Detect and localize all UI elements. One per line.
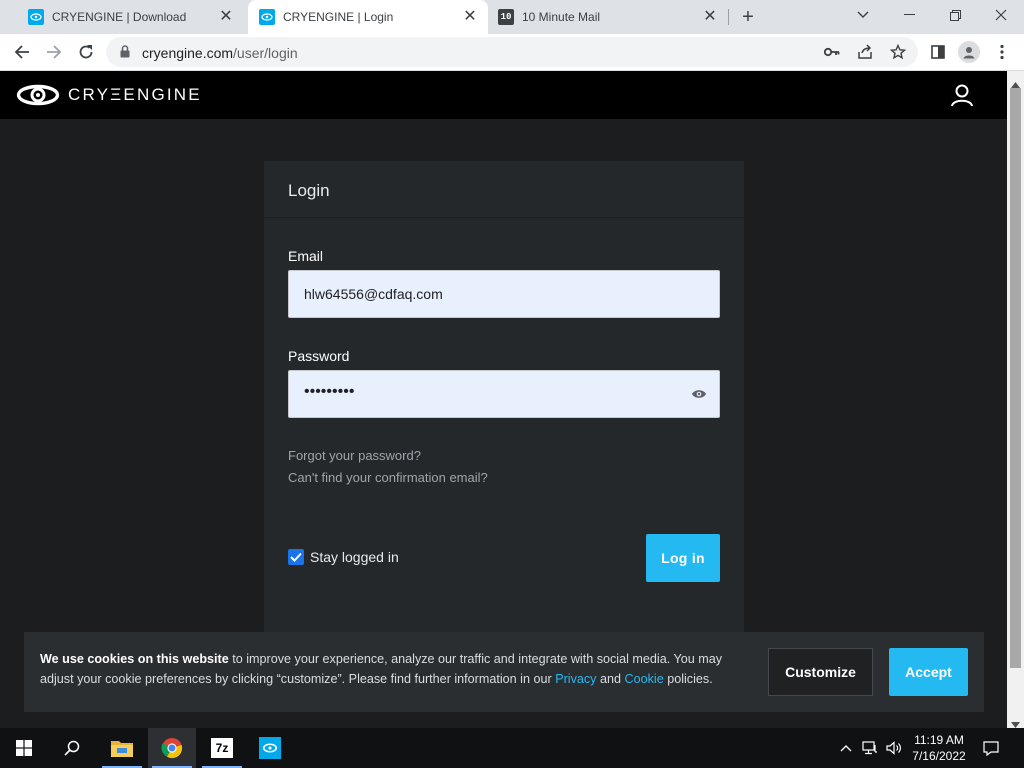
7zip-label: 7z: [211, 738, 233, 758]
stay-logged-in-label[interactable]: Stay logged in: [310, 549, 399, 565]
customize-button[interactable]: Customize: [768, 648, 873, 696]
cryengine-favicon-icon: [28, 9, 44, 25]
login-heading: Login: [264, 161, 744, 218]
login-button[interactable]: Log in: [646, 534, 720, 582]
url-domain: cryengine.com: [142, 45, 234, 61]
accept-button[interactable]: Accept: [889, 648, 968, 696]
notification-center-icon[interactable]: [983, 740, 999, 756]
10minutemail-favicon-icon: 10: [498, 9, 514, 25]
7zip-taskbar-icon[interactable]: 7z: [198, 728, 246, 768]
lock-icon[interactable]: [120, 45, 130, 63]
password-label: Password: [288, 348, 350, 364]
share-icon[interactable]: [857, 44, 873, 60]
cryengine-launcher-taskbar-icon[interactable]: [246, 728, 294, 768]
profile-person-icon: [958, 41, 980, 63]
url-text: cryengine.com/user/login: [142, 45, 298, 61]
email-value: hlw64556@cdfaq.com: [304, 286, 443, 302]
cookie-message-end: policies.: [663, 672, 713, 686]
side-panel-icon[interactable]: [926, 40, 950, 64]
tab-title: CRYENGINE | Login: [283, 10, 394, 24]
windows-start-icon[interactable]: [0, 728, 48, 768]
tab-title: 10 Minute Mail: [522, 10, 601, 24]
restore-icon[interactable]: [932, 0, 978, 30]
password-field[interactable]: •••••••••: [288, 370, 720, 418]
network-icon[interactable]: [862, 740, 878, 756]
cryengine-logo[interactable]: CRYΞENGINE: [16, 84, 202, 106]
system-clock[interactable]: 11:19 AM 7/16/2022: [906, 732, 972, 764]
volume-icon[interactable]: [886, 740, 902, 756]
password-value: •••••••••: [304, 383, 355, 400]
bookmark-star-icon[interactable]: [890, 44, 906, 60]
cookie-message-bold: We use cookies on this website: [40, 652, 229, 666]
forward-arrow-icon[interactable]: [40, 38, 68, 66]
reload-icon[interactable]: [72, 38, 100, 66]
profile-avatar[interactable]: [957, 40, 981, 64]
cryengine-eye-icon: [16, 84, 60, 106]
url-path: /user/login: [233, 45, 298, 61]
clock-date: 7/16/2022: [912, 749, 966, 763]
stay-logged-in-checkbox[interactable]: [288, 549, 304, 565]
email-field[interactable]: hlw64556@cdfaq.com: [288, 270, 720, 318]
cookie-policy-link[interactable]: Cookie: [625, 672, 664, 686]
password-key-icon[interactable]: [824, 44, 840, 60]
tab-cryengine-download[interactable]: CRYENGINE | Download ✕: [8, 0, 244, 34]
cookie-message: We use cookies on this website to improv…: [40, 649, 752, 689]
show-hidden-icons-chevron-icon[interactable]: [838, 740, 854, 756]
cookie-banner: We use cookies on this website to improv…: [24, 632, 984, 712]
login-card: Login Email hlw64556@cdfaq.com Password …: [264, 161, 744, 641]
file-explorer-icon[interactable]: [98, 728, 146, 768]
tab-search-chevron-icon[interactable]: [840, 0, 886, 30]
browser-toolbar: cryengine.com/user/login: [0, 34, 1024, 71]
email-label: Email: [288, 248, 324, 264]
confirmation-email-link[interactable]: Can't find your confirmation email?: [288, 470, 488, 485]
browser-menu-icon[interactable]: [990, 40, 1014, 64]
chrome-taskbar-icon[interactable]: [148, 728, 196, 768]
tab-close-icon[interactable]: ✕: [462, 9, 478, 25]
scrollbar-thumb[interactable]: [1010, 88, 1021, 668]
user-account-icon[interactable]: [950, 83, 974, 112]
close-window-icon[interactable]: [978, 0, 1024, 30]
windows-taskbar: 7z 11:19 AM 7/16/2022: [0, 728, 1024, 768]
minimize-icon[interactable]: [886, 0, 932, 30]
cryengine-favicon-icon: [259, 9, 275, 25]
address-bar[interactable]: cryengine.com/user/login: [106, 37, 918, 67]
cookie-message-and: and: [596, 672, 625, 686]
privacy-policy-link[interactable]: Privacy: [555, 672, 596, 686]
tab-close-icon[interactable]: ✕: [218, 9, 234, 25]
page-scrollbar[interactable]: [1007, 71, 1024, 728]
logo-wordmark: CRYΞENGINE: [68, 85, 202, 104]
web-page: CRYΞENGINE Login Email hlw64556@cdfaq.co…: [0, 71, 1007, 728]
tab-title: CRYENGINE | Download: [52, 10, 187, 24]
tab-separator: [728, 9, 729, 25]
site-header: CRYΞENGINE: [0, 71, 1007, 119]
forgot-password-link[interactable]: Forgot your password?: [288, 448, 421, 463]
browser-tab-strip: CRYENGINE | Download ✕ CRYENGINE | Login…: [0, 0, 1024, 34]
new-tab-plus-icon[interactable]: +: [736, 5, 760, 29]
search-icon[interactable]: [48, 728, 96, 768]
tab-cryengine-login[interactable]: CRYENGINE | Login ✕: [248, 0, 488, 34]
tab-10-minute-mail[interactable]: 10 10 Minute Mail ✕: [488, 0, 728, 34]
show-password-eye-icon[interactable]: [691, 387, 707, 405]
back-arrow-icon[interactable]: [8, 38, 36, 66]
tab-close-icon[interactable]: ✕: [702, 9, 718, 25]
clock-time: 11:19 AM: [914, 733, 964, 747]
cryengine-launcher-icon: [259, 737, 281, 759]
checkmark-icon: [290, 552, 302, 562]
